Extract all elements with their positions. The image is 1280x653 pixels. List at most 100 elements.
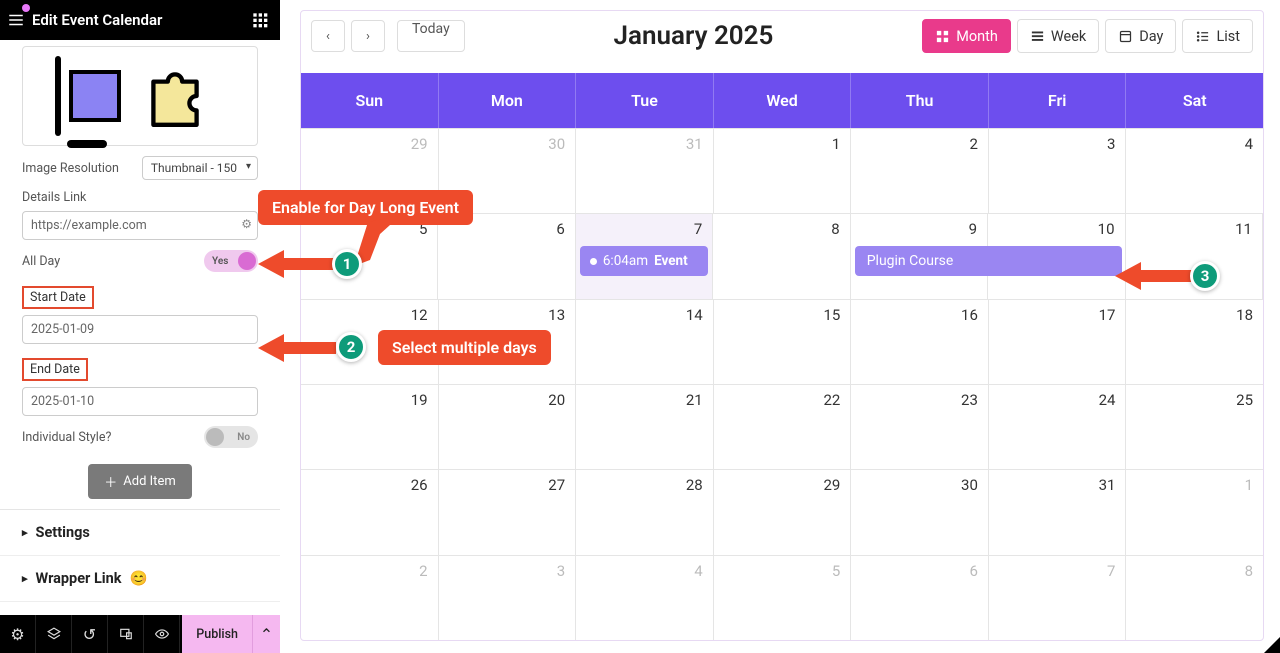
day-cell[interactable]: 31 <box>576 129 714 213</box>
day-cell[interactable]: 31 <box>989 470 1127 554</box>
calendar-title: January 2025 <box>471 21 917 51</box>
end-date-input[interactable] <box>22 387 258 416</box>
event-single[interactable]: 6:04am Event <box>580 246 708 276</box>
day-cell[interactable]: 8 <box>1126 556 1263 640</box>
day-number: 3 <box>1107 135 1115 153</box>
all-day-toggle[interactable]: Yes <box>204 250 258 272</box>
day-cell[interactable]: 2 <box>301 556 439 640</box>
view-month-button[interactable]: Month <box>922 19 1011 53</box>
prev-button[interactable]: ‹ <box>311 20 345 52</box>
day-cell[interactable]: 27 <box>439 470 577 554</box>
day-number: 30 <box>961 476 978 494</box>
image-resolution-select[interactable]: Thumbnail - 150 <box>142 156 258 180</box>
day-number: 28 <box>686 476 703 494</box>
week-row: 5676:04am Event891011Plugin Course <box>301 213 1263 298</box>
day-cell[interactable]: 24 <box>989 385 1127 469</box>
day-cell[interactable]: 76:04am Event <box>576 214 713 298</box>
day-number: 29 <box>411 135 428 153</box>
day-number: 8 <box>831 220 839 238</box>
day-cell[interactable]: 18 <box>1126 300 1263 384</box>
day-cell[interactable]: 25 <box>1126 385 1263 469</box>
accordion-settings[interactable]: ▸Settings <box>0 510 280 556</box>
gear-icon[interactable]: ⚙ <box>241 217 252 231</box>
day-cell[interactable]: 3 <box>439 556 577 640</box>
day-cell[interactable]: 19 <box>301 385 439 469</box>
apps-grid-button[interactable] <box>240 0 280 40</box>
day-cell[interactable]: 28 <box>576 470 714 554</box>
day-cell[interactable]: 6 <box>851 556 989 640</box>
day-cell[interactable]: 4 <box>576 556 714 640</box>
day-cell[interactable]: 5 <box>714 556 852 640</box>
start-date-input[interactable] <box>22 315 258 344</box>
event-span[interactable]: Plugin Course <box>855 246 1122 276</box>
day-number: 22 <box>823 391 840 409</box>
day-number: 21 <box>686 391 703 409</box>
view-week-button[interactable]: Week <box>1017 19 1099 53</box>
day-cell[interactable]: 5 <box>301 214 438 298</box>
view-list-button[interactable]: List <box>1182 19 1253 53</box>
responsive-icon[interactable] <box>108 615 144 653</box>
day-number: 27 <box>548 476 565 494</box>
add-item-button[interactable]: ＋ Add Item <box>88 464 191 499</box>
caret-right-icon: ▸ <box>22 526 28 539</box>
day-cell[interactable]: 30 <box>439 129 577 213</box>
editor-top-bar: Edit Event Calendar <box>0 0 280 40</box>
day-cell[interactable]: 13 <box>439 300 577 384</box>
day-number: 19 <box>411 391 428 409</box>
day-cell[interactable]: 8 <box>713 214 850 298</box>
today-button[interactable]: Today <box>397 20 465 52</box>
day-number: 12 <box>411 306 428 324</box>
day-cell[interactable]: 7 <box>989 556 1127 640</box>
day-cell[interactable]: 2 <box>851 129 989 213</box>
day-number: 5 <box>832 562 840 580</box>
day-cell[interactable]: 11 <box>1126 214 1263 298</box>
day-cell[interactable]: 21 <box>576 385 714 469</box>
day-cell[interactable]: 15 <box>714 300 852 384</box>
day-cell[interactable]: 26 <box>301 470 439 554</box>
dow-cell: Mon <box>439 73 577 128</box>
day-cell[interactable]: 29 <box>714 470 852 554</box>
day-number: 23 <box>961 391 978 409</box>
accordion-happy-mouse[interactable]: ▸Happy Mouse Cursor😊 <box>0 602 280 615</box>
history-icon[interactable]: ↺ <box>72 615 108 653</box>
day-cell[interactable]: 20 <box>439 385 577 469</box>
dow-cell: Wed <box>714 73 852 128</box>
menu-button[interactable] <box>0 0 32 40</box>
dow-cell: Thu <box>851 73 989 128</box>
day-cell[interactable]: 17 <box>989 300 1127 384</box>
publish-options-button[interactable]: ⌃ <box>252 615 280 653</box>
day-cell[interactable]: 1 <box>1126 470 1263 554</box>
next-button[interactable]: › <box>351 20 385 52</box>
day-cell[interactable]: 14 <box>576 300 714 384</box>
day-cell[interactable]: 29 <box>301 129 439 213</box>
day-number: 1 <box>832 135 840 153</box>
day-cell[interactable]: 1 <box>714 129 852 213</box>
end-date-label: End Date <box>22 358 88 381</box>
accordion-wrapper-link[interactable]: ▸Wrapper Link😊 <box>0 556 280 602</box>
details-link-input[interactable] <box>22 211 258 240</box>
day-cell[interactable]: 4 <box>1126 129 1263 213</box>
individual-style-toggle[interactable]: No <box>204 426 258 448</box>
view-day-button[interactable]: Day <box>1105 19 1176 53</box>
preview-icon[interactable] <box>144 615 180 653</box>
day-cell[interactable]: 30 <box>851 470 989 554</box>
day-cell[interactable]: 16 <box>851 300 989 384</box>
day-cell[interactable]: 22 <box>714 385 852 469</box>
layers-icon[interactable] <box>36 615 72 653</box>
day-cell[interactable]: 12 <box>301 300 439 384</box>
day-cell[interactable]: 23 <box>851 385 989 469</box>
day-number: 26 <box>411 476 428 494</box>
dow-cell: Fri <box>989 73 1127 128</box>
day-number: 10 <box>1098 220 1115 238</box>
day-number: 5 <box>419 220 427 238</box>
image-preview[interactable] <box>22 46 258 146</box>
day-number: 2 <box>969 135 977 153</box>
day-number: 31 <box>1099 476 1116 494</box>
dot-icon <box>590 258 597 265</box>
day-cell[interactable]: 6 <box>438 214 575 298</box>
settings-icon[interactable]: ⚙ <box>0 615 36 653</box>
day-number: 24 <box>1099 391 1116 409</box>
event-time: 6:04am <box>603 253 648 269</box>
publish-button[interactable]: Publish <box>182 615 252 653</box>
day-cell[interactable]: 3 <box>989 129 1127 213</box>
